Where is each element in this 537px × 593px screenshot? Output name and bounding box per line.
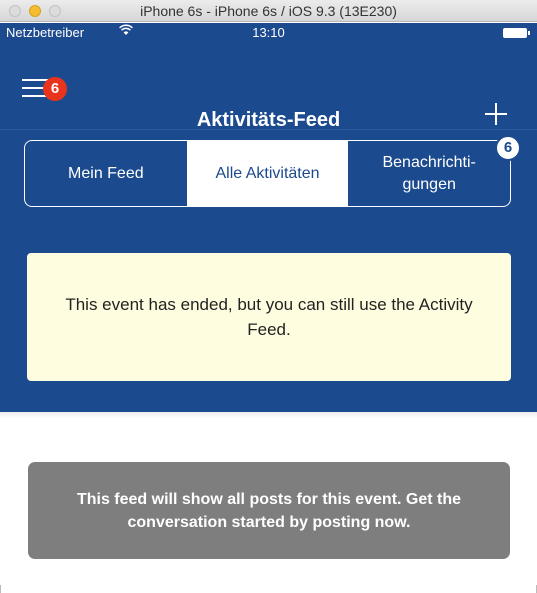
window-edge-left <box>0 585 1 593</box>
banner-text: This event has ended, but you can still … <box>65 295 473 339</box>
banner-area: This event has ended, but you can still … <box>0 220 537 412</box>
segment-mein-feed[interactable]: Mein Feed <box>25 141 187 206</box>
event-ended-banner: This event has ended, but you can still … <box>27 253 511 381</box>
menu-badge: 6 <box>43 77 67 101</box>
battery-icon <box>503 28 530 38</box>
feed-segmented-control: Mein Feed Alle Aktivitäten Benachrichti-… <box>24 140 511 207</box>
empty-feed-message: This feed will show all posts for this e… <box>28 462 510 559</box>
navigation-bar: 6 Aktivitäts-Feed <box>0 43 537 131</box>
segment-label: Alle Aktivitäten <box>215 164 320 182</box>
plus-icon[interactable] <box>485 103 507 125</box>
window-title: iPhone 6s - iPhone 6s / iOS 9.3 (13E230) <box>140 3 397 19</box>
segment-alle-aktivitaeten[interactable]: Alle Aktivitäten <box>186 141 349 206</box>
simulator-title-bar: iPhone 6s - iPhone 6s / iOS 9.3 (13E230) <box>0 0 537 22</box>
segment-label: Benachrichti- gungen <box>382 153 476 193</box>
page-title: Aktivitäts-Feed <box>196 109 341 131</box>
segment-label: Mein Feed <box>68 164 144 182</box>
status-time: 13:10 <box>252 25 285 40</box>
notifications-badge: 6 <box>495 135 521 161</box>
device-screen: Netzbetreiber 13:10 6 Aktivitäts-Feed Me… <box>0 23 537 593</box>
status-bar: Netzbetreiber 13:10 <box>0 23 537 43</box>
divider-shadow <box>0 412 537 418</box>
segment-area: Mein Feed Alle Aktivitäten Benachrichti-… <box>0 130 537 220</box>
empty-feed-text: This feed will show all posts for this e… <box>76 490 462 531</box>
segment-benachrichtigungen[interactable]: Benachrichti- gungen <box>348 141 510 206</box>
